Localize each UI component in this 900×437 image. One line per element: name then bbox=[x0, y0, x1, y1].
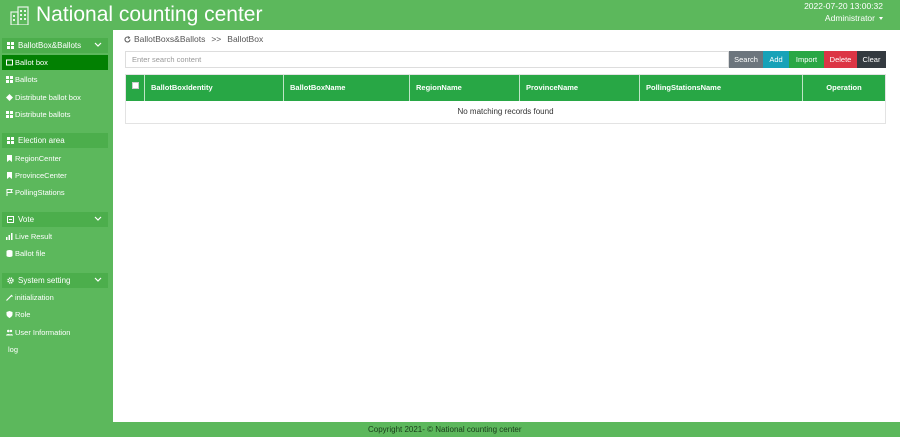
sidebar-group-system-setting[interactable]: System setting bbox=[2, 273, 108, 288]
delete-button[interactable]: Delete bbox=[824, 51, 857, 68]
sidebar-item-label: log bbox=[8, 345, 19, 354]
import-button[interactable]: Import bbox=[789, 51, 824, 68]
sidebar-item-role[interactable]: Role bbox=[2, 307, 108, 322]
empty-table-message: No matching records found bbox=[457, 107, 554, 116]
column-header-province-name[interactable]: ProvinceName bbox=[519, 75, 639, 101]
sidebar-group-label: System setting bbox=[18, 276, 71, 285]
sidebar-item-label: Live Result bbox=[15, 232, 53, 241]
bookmark-icon bbox=[7, 155, 12, 162]
user-menu[interactable]: Administrator bbox=[825, 13, 883, 23]
app-title: National counting center bbox=[36, 3, 263, 26]
breadcrumb-parent[interactable]: BallotBoxs&Ballots bbox=[134, 34, 205, 44]
sidebar-group-vote[interactable]: Vote bbox=[2, 212, 108, 227]
sidebar-item-label: Ballot file bbox=[15, 249, 46, 258]
sidebar-item-label: User Information bbox=[15, 328, 71, 337]
datetime-display: 2022-07-20 13:00:32 bbox=[804, 1, 883, 11]
sidebar-item-label: Role bbox=[15, 310, 31, 319]
sidebar-item-distribute-ballot-box[interactable]: Distribute ballot box bbox=[2, 90, 108, 105]
sidebar-item-ballots[interactable]: Ballots bbox=[2, 72, 108, 87]
grid-icon bbox=[7, 42, 14, 49]
clear-button[interactable]: Clear bbox=[857, 51, 886, 68]
ballot-box-icon bbox=[6, 59, 13, 66]
column-header-ballot-box-identity[interactable]: BallotBoxIdentity bbox=[144, 75, 283, 101]
grid-icon bbox=[6, 111, 13, 118]
users-icon bbox=[6, 329, 13, 336]
gear-icon bbox=[7, 277, 14, 284]
sidebar-group-label: Vote bbox=[18, 215, 35, 224]
flag-icon bbox=[6, 189, 13, 196]
footer: Copyright 2021- © National counting cent… bbox=[0, 422, 900, 437]
add-button[interactable]: Add bbox=[763, 51, 789, 68]
top-header: National counting center 2022-07-20 13:0… bbox=[0, 0, 900, 30]
building-logo-icon bbox=[10, 6, 29, 25]
shield-icon bbox=[6, 311, 13, 318]
sidebar-item-ballot-box[interactable]: Ballot box bbox=[2, 55, 108, 70]
sidebar-group-label: BallotBox&Ballots bbox=[18, 41, 82, 50]
bookmark-icon bbox=[7, 172, 12, 179]
sidebar-item-label: Distribute ballot box bbox=[15, 93, 81, 102]
sidebar-item-label: ProvinceCenter bbox=[15, 171, 67, 180]
grid-icon bbox=[6, 76, 13, 83]
column-header-region-name[interactable]: RegionName bbox=[409, 75, 519, 101]
sidebar-group-ballotbox[interactable]: BallotBox&Ballots bbox=[2, 38, 108, 53]
list-icon bbox=[7, 216, 14, 223]
sidebar-item-distribute-ballots[interactable]: Distribute ballots bbox=[2, 107, 108, 122]
sidebar-item-initialization[interactable]: initialization bbox=[2, 290, 108, 305]
sidebar-group-label: Election area bbox=[18, 136, 65, 145]
sidebar-item-label: PollingStations bbox=[15, 188, 65, 197]
sidebar-item-label: Distribute ballots bbox=[15, 110, 71, 119]
user-name: Administrator bbox=[824, 13, 875, 23]
breadcrumb: BallotBoxs&Ballots >> BallotBox bbox=[124, 34, 263, 44]
table-header: BallotBoxIdentity BallotBoxName RegionNa… bbox=[126, 75, 885, 101]
chevron-down-icon bbox=[94, 277, 102, 282]
caret-down-icon bbox=[879, 17, 883, 21]
sidebar-group-election-area[interactable]: Election area bbox=[2, 133, 108, 148]
column-header-ballot-box-name[interactable]: BallotBoxName bbox=[283, 75, 409, 101]
breadcrumb-current: BallotBox bbox=[227, 34, 264, 44]
refresh-icon[interactable] bbox=[124, 36, 131, 43]
database-icon bbox=[6, 250, 13, 257]
chevron-down-icon bbox=[94, 42, 102, 47]
ballot-box-table: BallotBoxIdentity BallotBoxName RegionNa… bbox=[125, 74, 886, 124]
search-input[interactable]: Enter search content bbox=[125, 51, 729, 68]
wrench-icon bbox=[6, 294, 13, 301]
sidebar-item-polling-stations[interactable]: PollingStations bbox=[2, 185, 108, 200]
gem-icon bbox=[6, 94, 13, 101]
sidebar-item-user-information[interactable]: User Information bbox=[2, 325, 108, 340]
sidebar-item-label: RegionCenter bbox=[15, 154, 62, 163]
sidebar-item-label: Ballot box bbox=[15, 58, 48, 67]
grid-icon bbox=[7, 137, 14, 144]
sidebar-item-log[interactable]: log bbox=[2, 342, 108, 357]
sidebar-item-province-center[interactable]: ProvinceCenter bbox=[2, 168, 108, 183]
sidebar-item-label: initialization bbox=[15, 293, 54, 302]
column-header-operation: Operation bbox=[802, 75, 885, 101]
column-header-polling-stations-name[interactable]: PollingStationsName bbox=[639, 75, 802, 101]
sidebar-item-ballot-file[interactable]: Ballot file bbox=[2, 246, 108, 261]
bar-chart-icon bbox=[6, 233, 13, 240]
footer-copyright: Copyright 2021- © National counting cent… bbox=[368, 425, 522, 434]
chevron-down-icon bbox=[94, 216, 102, 221]
select-all-checkbox[interactable] bbox=[132, 82, 139, 89]
select-all-cell bbox=[126, 75, 144, 101]
sidebar-item-label: Ballots bbox=[15, 75, 38, 84]
breadcrumb-separator: >> bbox=[211, 34, 222, 44]
sidebar-item-region-center[interactable]: RegionCenter bbox=[2, 151, 108, 166]
search-placeholder: Enter search content bbox=[132, 55, 202, 64]
sidebar: BallotBox&Ballots Ballot box Ballots Dis… bbox=[0, 30, 113, 422]
sidebar-item-live-result[interactable]: Live Result bbox=[2, 229, 108, 244]
search-button[interactable]: Search bbox=[729, 51, 763, 68]
